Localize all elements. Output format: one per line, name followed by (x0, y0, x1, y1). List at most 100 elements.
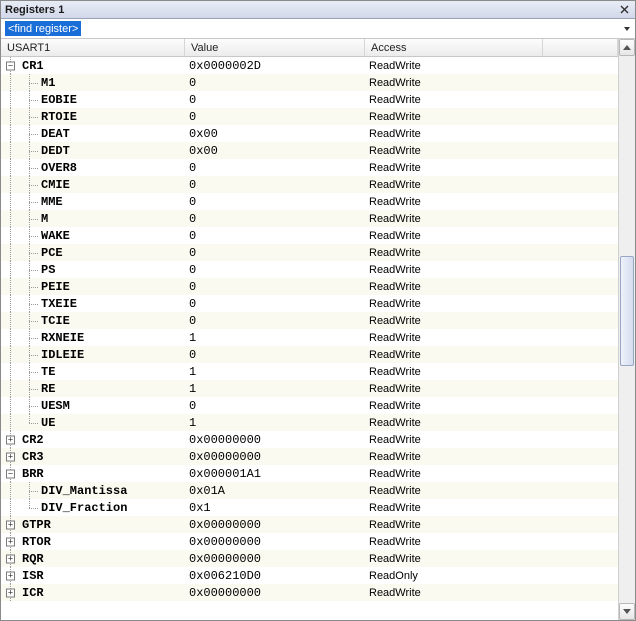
register-value: 0x00000000 (185, 518, 365, 532)
expand-button[interactable]: + (6, 588, 15, 597)
table-row[interactable]: +CR30x00000000ReadWrite (1, 448, 618, 465)
expand-button[interactable]: + (6, 554, 15, 563)
register-name: DEAT (39, 127, 70, 141)
tree-cell: PCE (1, 244, 185, 261)
register-name: RQR (20, 552, 44, 566)
table-row[interactable]: PEIE0ReadWrite (1, 278, 618, 295)
header-name[interactable]: USART1 (1, 39, 185, 56)
table-row[interactable]: +CR20x00000000ReadWrite (1, 431, 618, 448)
table-row[interactable]: DEDT 0x00ReadWrite (1, 142, 618, 159)
find-register-combo[interactable]: <find register> (1, 19, 635, 39)
tree-cell: −CR1 (1, 57, 185, 74)
table-row[interactable]: DIV_Fraction0x1ReadWrite (1, 499, 618, 516)
table-row[interactable]: TCIE0ReadWrite (1, 312, 618, 329)
register-value: 0x00000000 (185, 586, 365, 600)
register-name: CMIE (39, 178, 70, 192)
table-row[interactable]: + ICR 0x00000000ReadWrite (1, 584, 618, 601)
table-row[interactable]: CMIE0ReadWrite (1, 176, 618, 193)
register-name: DEDT (39, 144, 70, 158)
expand-button[interactable]: + (6, 571, 15, 580)
table-row[interactable]: DEAT0x00ReadWrite (1, 125, 618, 142)
expand-button[interactable]: + (6, 520, 15, 529)
scrollbar-down-button[interactable] (619, 603, 635, 620)
register-access: ReadWrite (365, 485, 543, 497)
table-row[interactable]: TXEIE0ReadWrite (1, 295, 618, 312)
register-name: DIV_Mantissa (39, 484, 127, 498)
scrollbar-up-button[interactable] (619, 39, 635, 56)
register-access: ReadWrite (365, 519, 543, 531)
register-grid: USART1 Value Access −CR10x0000002DReadWr… (1, 39, 635, 620)
table-row[interactable]: TE1ReadWrite (1, 363, 618, 380)
grid-rows: −CR10x0000002DReadWriteM10ReadWriteEOBIE… (1, 57, 618, 620)
register-access: ReadWrite (365, 145, 543, 157)
register-access: ReadWrite (365, 349, 543, 361)
register-value: 0x0000002D (185, 59, 365, 73)
register-name: M (39, 212, 48, 226)
scrollbar-track[interactable] (619, 56, 635, 603)
table-row[interactable]: M10ReadWrite (1, 74, 618, 91)
tree-cell: DIV_Mantissa (1, 482, 185, 499)
tree-cell: RE (1, 380, 185, 397)
titlebar: Registers 1 (1, 1, 635, 19)
header-value[interactable]: Value (185, 39, 365, 56)
find-dropdown-arrow[interactable] (619, 19, 635, 38)
table-row[interactable]: UE1ReadWrite (1, 414, 618, 431)
table-row[interactable]: IDLEIE0ReadWrite (1, 346, 618, 363)
table-row[interactable]: PS0ReadWrite (1, 261, 618, 278)
register-name: CR1 (20, 59, 44, 73)
register-name: MME (39, 195, 63, 209)
table-row[interactable]: +RTOR0x00000000ReadWrite (1, 533, 618, 550)
expand-button[interactable]: + (6, 537, 15, 546)
expand-button[interactable]: + (6, 435, 15, 444)
table-row[interactable]: +RQR0x00000000ReadWrite (1, 550, 618, 567)
register-name: ICR (20, 586, 44, 600)
table-row[interactable]: RE1ReadWrite (1, 380, 618, 397)
expand-button[interactable]: + (6, 452, 15, 461)
tree-cell: DIV_Fraction (1, 499, 185, 516)
table-row[interactable]: UESM0ReadWrite (1, 397, 618, 414)
register-name: OVER8 (39, 161, 77, 175)
table-row[interactable]: DIV_Mantissa 0x01AReadWrite (1, 482, 618, 499)
tree-cell: DEDT (1, 142, 185, 159)
table-row[interactable]: PCE0ReadWrite (1, 244, 618, 261)
register-value: 0x01A (185, 484, 365, 498)
tree-cell: TE (1, 363, 185, 380)
grid-header: USART1 Value Access (1, 39, 618, 57)
tree-cell: +CR2 (1, 431, 185, 448)
register-value: 0x00 (185, 144, 365, 158)
table-row[interactable]: −CR10x0000002DReadWrite (1, 57, 618, 74)
table-row[interactable]: M0ReadWrite (1, 210, 618, 227)
register-name: BRR (20, 467, 44, 481)
table-row[interactable]: WAKE0ReadWrite (1, 227, 618, 244)
register-value: 0 (185, 93, 365, 107)
header-blank (543, 39, 618, 56)
register-access: ReadWrite (365, 281, 543, 293)
register-name: UE (39, 416, 55, 430)
register-access: ReadWrite (365, 587, 543, 599)
collapse-button[interactable]: − (6, 469, 15, 478)
tree-cell: M1 (1, 74, 185, 91)
register-access: ReadWrite (365, 264, 543, 276)
scrollbar-thumb[interactable] (620, 256, 634, 366)
header-access[interactable]: Access (365, 39, 543, 56)
register-value: 0x000001A1 (185, 467, 365, 481)
table-row[interactable]: OVER80ReadWrite (1, 159, 618, 176)
tree-cell: PEIE (1, 278, 185, 295)
table-row[interactable]: RTOIE0ReadWrite (1, 108, 618, 125)
table-row[interactable]: RXNEIE1ReadWrite (1, 329, 618, 346)
close-button[interactable] (617, 3, 631, 16)
tree-cell: +CR3 (1, 448, 185, 465)
table-row[interactable]: EOBIE0ReadWrite (1, 91, 618, 108)
vertical-scrollbar[interactable] (618, 39, 635, 620)
table-row[interactable]: +ISR0x006210D0ReadOnly (1, 567, 618, 584)
tree-cell: −BRR (1, 465, 185, 482)
table-row[interactable]: +GTPR0x00000000ReadWrite (1, 516, 618, 533)
register-access: ReadWrite (365, 230, 543, 242)
table-row[interactable]: −BRR0x000001A1ReadWrite (1, 465, 618, 482)
collapse-button[interactable]: − (6, 61, 15, 70)
register-access: ReadWrite (365, 434, 543, 446)
tree-cell: PS (1, 261, 185, 278)
register-access: ReadWrite (365, 60, 543, 72)
register-access: ReadWrite (365, 332, 543, 344)
table-row[interactable]: MME0ReadWrite (1, 193, 618, 210)
